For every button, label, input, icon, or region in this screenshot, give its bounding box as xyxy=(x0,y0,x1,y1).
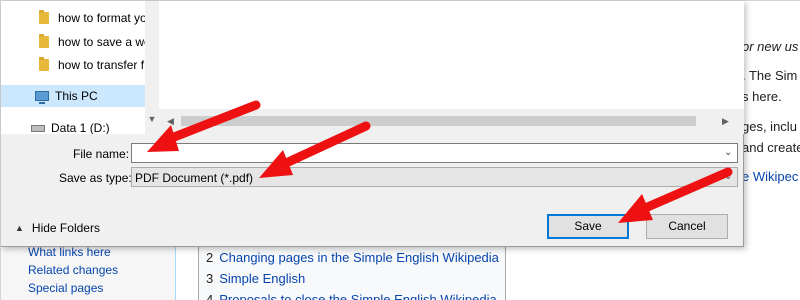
horizontal-scrollbar[interactable]: ◀ ▶ xyxy=(159,109,744,134)
nav-link-what-links-here[interactable]: What links here xyxy=(28,245,111,259)
scrollbar-thumb[interactable] xyxy=(181,116,696,126)
navigation-pane: how to format yo how to save a we how to… xyxy=(1,1,151,134)
wiki-text-fragment: ges, inclu xyxy=(742,119,797,134)
save-as-dialog: how to format yo how to save a we how to… xyxy=(1,1,744,247)
wiki-link-fragment[interactable]: e Wikipec xyxy=(742,169,798,184)
tree-item-this-pc[interactable]: This PC xyxy=(1,85,145,107)
tree-folder-label: how to format yo xyxy=(58,11,147,25)
save-as-type-select[interactable]: PDF Document (*.pdf) xyxy=(131,167,738,187)
toc-link[interactable]: Proposals to close the Simple English Wi… xyxy=(219,292,496,300)
navigation-scrollbar[interactable]: ▼ xyxy=(145,1,159,134)
file-list-pane[interactable] xyxy=(159,1,744,109)
file-name-input[interactable] xyxy=(131,143,738,163)
drive-icon xyxy=(31,124,45,132)
table-of-contents: 2 Changing pages in the Simple English Wi… xyxy=(198,241,506,300)
chevron-down-icon[interactable]: ⌄ xyxy=(724,147,732,158)
toc-item[interactable]: 3 Simple English xyxy=(206,271,305,286)
wiki-text-fragment: and create xyxy=(742,140,800,155)
toc-item[interactable]: 4 Proposals to close the Simple English W… xyxy=(206,292,497,300)
nav-link-related-changes[interactable]: Related changes xyxy=(28,263,118,277)
chevron-down-icon[interactable]: ⌄ xyxy=(724,171,732,182)
scroll-down-icon[interactable]: ▼ xyxy=(147,114,157,124)
tree-folder-label: how to transfer f xyxy=(58,58,145,72)
scroll-right-icon[interactable]: ▶ xyxy=(722,116,729,127)
save-button[interactable]: Save xyxy=(547,214,629,239)
toc-number: 3 xyxy=(206,271,214,286)
hide-folders-label: Hide Folders xyxy=(31,221,100,235)
screenshot-frame: or new us . The Sim s here. ges, inclu a… xyxy=(0,0,800,300)
toc-number: 4 xyxy=(206,292,214,300)
tree-folder-label: how to save a we xyxy=(58,35,151,49)
toc-link[interactable]: Simple English xyxy=(219,271,305,286)
toc-item[interactable]: 2 Changing pages in the Simple English Wi… xyxy=(206,250,499,265)
tree-item-label: This PC xyxy=(55,89,98,103)
computer-icon xyxy=(35,91,49,104)
tree-folder-item[interactable]: how to save a we xyxy=(39,31,151,53)
tree-folder-item[interactable]: how to transfer f xyxy=(39,54,144,76)
toc-number: 2 xyxy=(206,250,214,265)
chevron-up-icon: ▲ xyxy=(15,223,24,233)
scroll-left-icon[interactable]: ◀ xyxy=(167,116,174,127)
save-as-type-label: Save as type: xyxy=(59,171,132,185)
folder-icon xyxy=(39,34,49,48)
cancel-button[interactable]: Cancel xyxy=(646,214,728,239)
folder-icon xyxy=(39,10,49,24)
folder-icon xyxy=(39,57,49,71)
nav-link-special-pages[interactable]: Special pages xyxy=(28,281,103,295)
hide-folders-toggle[interactable]: ▲ Hide Folders xyxy=(15,221,100,235)
tree-item-drive[interactable]: Data 1 (D:) xyxy=(31,117,110,134)
wiki-text-fragment: . The Sim xyxy=(742,68,798,83)
wiki-text-fragment: or new us xyxy=(742,39,799,54)
file-name-label: File name: xyxy=(73,147,130,161)
tree-item-label: Data 1 (D:) xyxy=(51,121,110,134)
toc-link[interactable]: Changing pages in the Simple English Wik… xyxy=(219,250,499,265)
tree-folder-item[interactable]: how to format yo xyxy=(39,7,147,29)
wiki-text-fragment: s here. xyxy=(742,89,782,104)
